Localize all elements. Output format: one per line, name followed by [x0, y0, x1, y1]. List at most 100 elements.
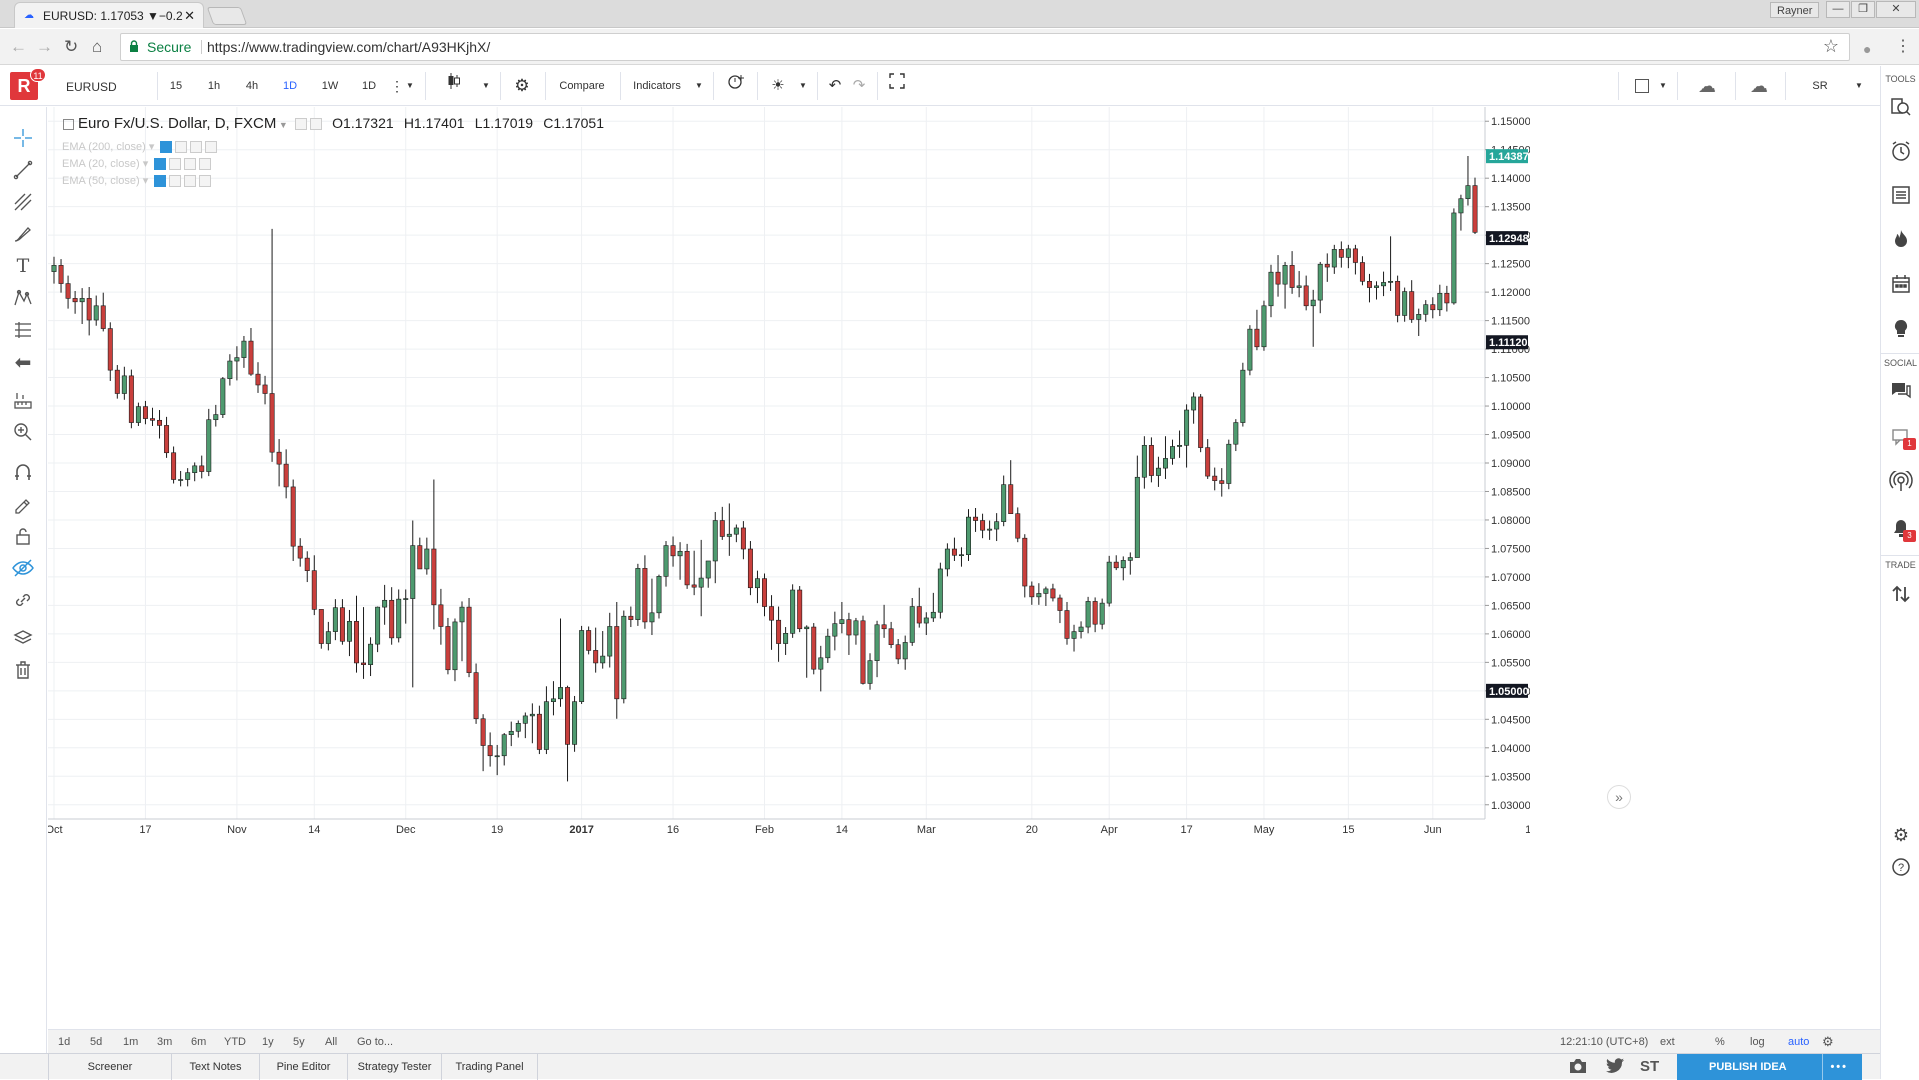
- help-question-icon[interactable]: ?: [1888, 854, 1914, 880]
- ema-200-legend[interactable]: EMA (200, close) ▾: [62, 140, 218, 154]
- compare-button[interactable]: Compare: [551, 73, 613, 99]
- minimize-button[interactable]: —: [1826, 1, 1850, 18]
- trend-line-icon[interactable]: [10, 157, 36, 183]
- url-text[interactable]: https://www.tradingview.com/chart/A93HKj…: [207, 34, 490, 60]
- close-window-button[interactable]: ✕: [1876, 1, 1916, 18]
- tab-screener[interactable]: Screener: [48, 1054, 172, 1080]
- percent-scale-toggle[interactable]: %: [1715, 1030, 1725, 1054]
- ema-200-label[interactable]: EMA (200, close): [62, 141, 146, 153]
- interval-1d-button[interactable]: 1D: [275, 73, 305, 99]
- indicators-button[interactable]: Indicators: [626, 73, 688, 99]
- tab-close-icon[interactable]: ✕: [184, 3, 195, 28]
- browser-menu-icon[interactable]: ⋮: [1895, 37, 1911, 57]
- tab-text-notes[interactable]: Text Notes: [172, 1054, 260, 1080]
- ema-20-label[interactable]: EMA (20, close): [62, 158, 140, 170]
- back-arrow-icon[interactable]: ←: [10, 37, 27, 57]
- layout-dropdown-arrow-icon[interactable]: ▼: [1656, 73, 1670, 99]
- prediction-measure-icon[interactable]: [10, 317, 36, 343]
- brush-icon[interactable]: [10, 221, 36, 247]
- alerts-clock-icon[interactable]: [1888, 138, 1914, 164]
- eye-icon[interactable]: [154, 175, 167, 188]
- cloud-save-icon[interactable]: ☁: [1742, 73, 1776, 99]
- home-icon[interactable]: ⌂: [92, 37, 102, 57]
- chart-pane[interactable]: 1.150001.145001.140001.135001.130001.125…: [48, 107, 1880, 1029]
- plus-icon[interactable]: [184, 158, 197, 171]
- browser-tab[interactable]: ☁ EURUSD: 1.17053 ▼−0.2 ✕: [14, 2, 204, 28]
- layout-menu-arrow-icon[interactable]: ▼: [1849, 73, 1869, 99]
- go-to-date-button[interactable]: Go to...: [357, 1030, 393, 1054]
- hide-drawings-eye-icon[interactable]: [10, 555, 36, 581]
- tab-pine-editor[interactable]: Pine Editor: [260, 1054, 348, 1080]
- object-tree-layers-icon[interactable]: [10, 625, 36, 651]
- close-icon[interactable]: [199, 158, 212, 171]
- publish-more-icon[interactable]: •••: [1830, 1054, 1848, 1080]
- extended-hours-toggle[interactable]: ext: [1660, 1030, 1675, 1054]
- range-ytd-button[interactable]: YTD: [224, 1030, 246, 1054]
- stocktwits-button[interactable]: ST: [1640, 1054, 1659, 1080]
- watchlist-search-icon[interactable]: [1888, 94, 1914, 120]
- log-scale-toggle[interactable]: log: [1750, 1030, 1765, 1054]
- auto-scale-toggle[interactable]: auto: [1788, 1030, 1809, 1054]
- magnet-icon[interactable]: [10, 459, 36, 485]
- pattern-icon[interactable]: [10, 285, 36, 311]
- scale-settings-gear-icon[interactable]: ⚙: [1822, 1030, 1834, 1054]
- indicators-dropdown-arrow-icon[interactable]: ▼: [692, 73, 706, 99]
- chats-icon[interactable]: [1888, 378, 1914, 404]
- more-intervals-icon[interactable]: ⋮: [390, 73, 404, 99]
- range-5y-button[interactable]: 5y: [293, 1030, 305, 1054]
- series-title[interactable]: Euro Fx/U.S. Dollar, D, FXCM: [78, 115, 276, 132]
- settings-gear-icon[interactable]: ⚙: [507, 73, 537, 99]
- tab-strategy-tester[interactable]: Strategy Tester: [348, 1054, 442, 1080]
- back-arrow-tool-icon[interactable]: ⬅: [10, 349, 36, 375]
- series-visibility-icon[interactable]: [294, 118, 307, 131]
- settings-gear-icon[interactable]: ⚙: [1888, 822, 1914, 848]
- zoom-in-icon[interactable]: [10, 419, 36, 445]
- interval-15-button[interactable]: 15: [161, 73, 191, 99]
- tab-trading-panel[interactable]: Trading Panel: [442, 1054, 538, 1080]
- candles-style-icon[interactable]: [440, 73, 468, 99]
- idea-lightbulb-icon[interactable]: ☀: [764, 73, 792, 99]
- camera-snapshot-icon[interactable]: [1568, 1057, 1588, 1078]
- new-tab-button[interactable]: [206, 7, 248, 25]
- eye-icon[interactable]: [154, 158, 167, 171]
- link-icon[interactable]: [10, 587, 36, 613]
- gear-icon[interactable]: [169, 175, 182, 188]
- ema-50-legend[interactable]: EMA (50, close) ▾: [62, 174, 212, 188]
- text-tool-icon[interactable]: T: [10, 253, 36, 279]
- interval-1w-button[interactable]: 1W: [313, 73, 347, 99]
- ema-50-label[interactable]: EMA (50, close): [62, 175, 140, 187]
- idea-dropdown-arrow-icon[interactable]: ▼: [796, 73, 810, 99]
- bookmark-star-icon[interactable]: ☆: [1823, 36, 1839, 57]
- measure-icon[interactable]: [10, 387, 36, 413]
- gear-icon[interactable]: [175, 141, 188, 154]
- ideas-lightbulb-icon[interactable]: [1888, 316, 1914, 342]
- crosshair-icon[interactable]: [10, 125, 36, 151]
- gear-icon[interactable]: [169, 158, 182, 171]
- browser-profile-button[interactable]: Rayner: [1770, 2, 1820, 18]
- series-settings-icon[interactable]: [309, 118, 322, 131]
- eye-icon[interactable]: [160, 141, 173, 154]
- interval-dropdown-arrow-icon[interactable]: ▼: [403, 73, 417, 99]
- trash-icon[interactable]: [10, 657, 36, 683]
- pitchfork-icon[interactable]: [10, 189, 36, 215]
- clock-time[interactable]: 12:21:10 (UTC+8): [1560, 1030, 1648, 1054]
- data-window-list-icon[interactable]: [1888, 182, 1914, 208]
- layout-square-icon[interactable]: [1630, 73, 1654, 99]
- lock-drawings-icon[interactable]: [10, 523, 36, 549]
- saved-layout-name[interactable]: SR: [1792, 73, 1848, 99]
- range-1m-button[interactable]: 1m: [123, 1030, 138, 1054]
- range-6m-button[interactable]: 6m: [191, 1030, 206, 1054]
- calendar-icon[interactable]: [1888, 271, 1914, 297]
- close-icon[interactable]: [205, 141, 218, 154]
- plus-icon[interactable]: [190, 141, 203, 154]
- price-chart[interactable]: 1.150001.145001.140001.135001.130001.125…: [48, 107, 1880, 1029]
- plus-icon[interactable]: [184, 175, 197, 188]
- streams-broadcast-icon[interactable]: [1888, 469, 1914, 495]
- chart-style-dropdown-arrow-icon[interactable]: ▼: [479, 73, 493, 99]
- range-all-button[interactable]: All: [325, 1030, 337, 1054]
- range-3m-button[interactable]: 3m: [157, 1030, 172, 1054]
- forward-arrow-icon[interactable]: →: [36, 37, 53, 57]
- extension-icon[interactable]: ●: [1863, 39, 1871, 59]
- range-5d-button[interactable]: 5d: [90, 1030, 102, 1054]
- redo-icon[interactable]: ↷: [848, 73, 870, 99]
